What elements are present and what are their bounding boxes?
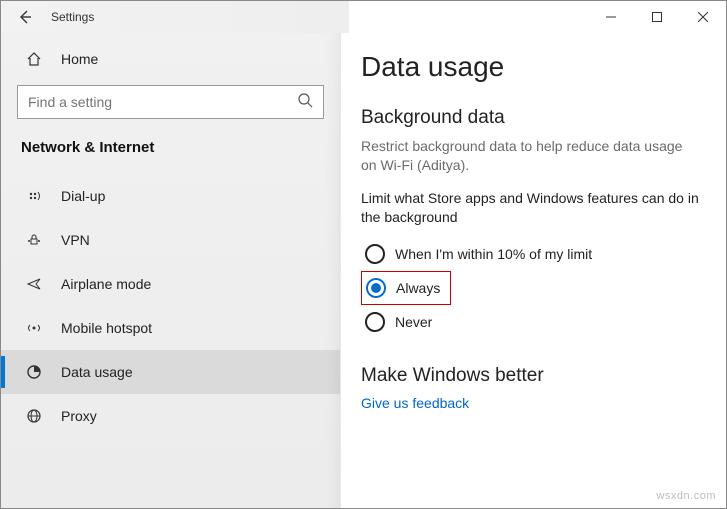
minimize-icon [606,12,616,22]
radio-label: Never [395,314,432,330]
nav-list: Dial-up VPN Airplane mode Mobile hotspot [1,174,340,438]
section-background-data-title: Background data [361,107,700,129]
search-box[interactable] [17,85,324,119]
background-data-radio-group: When I'm within 10% of my limit Always N… [361,237,700,339]
airplane-icon [21,276,47,292]
search-input[interactable] [28,94,297,110]
close-icon [698,12,708,22]
sidebar-item-vpn[interactable]: VPN [1,218,340,262]
sidebar-item-airplane[interactable]: Airplane mode [1,262,340,306]
sidebar-item-label: Proxy [61,408,97,424]
main-content: Data usage Background data Restrict back… [341,33,726,508]
radio-never[interactable]: Never [361,305,700,339]
search-icon [297,92,313,113]
radio-within-limit[interactable]: When I'm within 10% of my limit [361,237,700,271]
dialup-icon [21,188,47,204]
page-title: Data usage [361,51,700,83]
sidebar: Home Network & Internet Dial-up [1,33,341,508]
close-button[interactable] [680,1,726,33]
datausage-icon [21,364,47,380]
hotspot-icon [21,320,47,336]
proxy-icon [21,408,47,424]
sidebar-item-label: VPN [61,232,90,248]
category-header: Network & Internet [1,133,340,174]
home-link[interactable]: Home [1,37,340,81]
sidebar-item-label: Data usage [61,364,133,380]
minimize-button[interactable] [588,1,634,33]
section-background-data-desc: Restrict background data to help reduce … [361,137,700,175]
section-feedback-title: Make Windows better [361,365,700,387]
sidebar-item-hotspot[interactable]: Mobile hotspot [1,306,340,350]
sidebar-item-label: Airplane mode [61,276,151,292]
vpn-icon [21,232,47,248]
watermark: wsxdn.com [656,490,716,502]
home-label: Home [61,51,98,67]
window-title: Settings [51,10,94,24]
arrow-left-icon [17,9,33,25]
feedback-link[interactable]: Give us feedback [361,395,700,411]
sidebar-item-proxy[interactable]: Proxy [1,394,340,438]
radio-label: When I'm within 10% of my limit [395,246,592,262]
back-button[interactable] [1,1,49,33]
sidebar-item-label: Dial-up [61,188,105,204]
section-background-data-prompt: Limit what Store apps and Windows featur… [361,189,700,227]
radio-icon [365,312,385,332]
title-bar: Settings [1,1,726,33]
sidebar-item-label: Mobile hotspot [61,320,152,336]
home-icon [21,51,47,67]
radio-icon [366,278,386,298]
sidebar-item-dialup[interactable]: Dial-up [1,174,340,218]
radio-always[interactable]: Always [361,271,451,305]
radio-icon [365,244,385,264]
radio-label: Always [396,280,440,296]
maximize-icon [652,12,662,22]
sidebar-item-datausage[interactable]: Data usage [1,350,340,394]
maximize-button[interactable] [634,1,680,33]
